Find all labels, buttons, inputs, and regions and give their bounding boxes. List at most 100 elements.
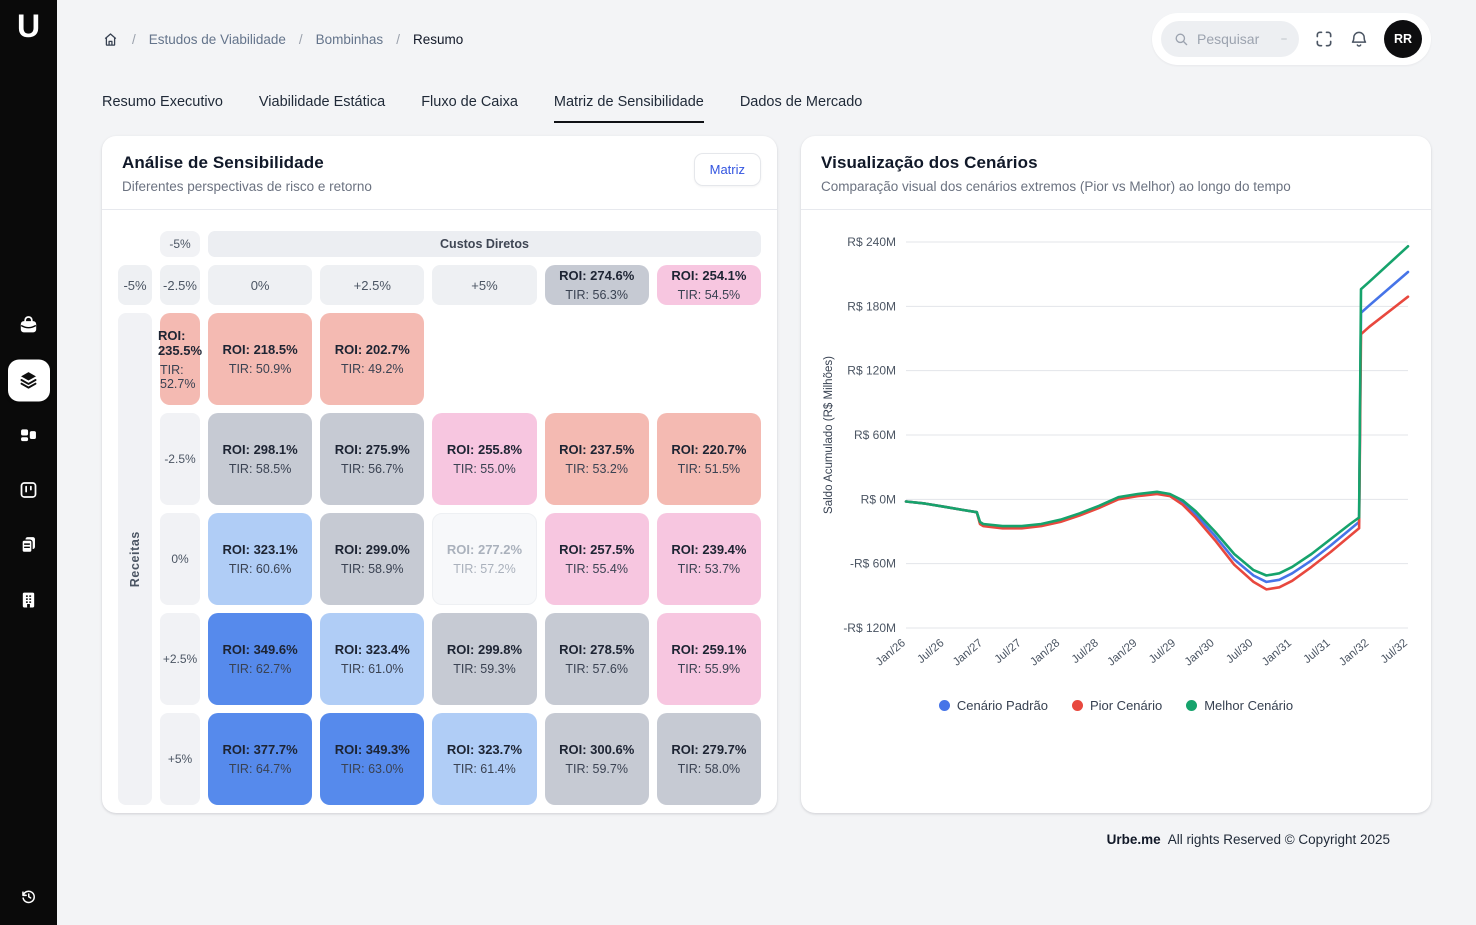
matrix-cell[interactable]: ROI: 275.9% TIR: 56.7% bbox=[320, 413, 424, 505]
matrix-cell[interactable]: ROI: 300.6%TIR: 59.7% bbox=[545, 713, 649, 805]
matrix-cell-tir: TIR: 53.2% bbox=[565, 462, 628, 476]
matrix-column-group-label: Custos Diretos bbox=[208, 231, 761, 257]
svg-text:R$ 120M: R$ 120M bbox=[847, 364, 896, 378]
matrix-cell-roi: ROI: 377.7% bbox=[223, 742, 298, 757]
matrix-cell-tir: TIR: 64.7% bbox=[229, 762, 292, 776]
footer: Urbe.me All rights Reserved © Copyright … bbox=[102, 832, 1431, 847]
sidebar-item layers-icon[interactable] bbox=[8, 359, 50, 401]
scenarios-chart-body: -R$ 120M-R$ 60MR$ 0MR$ 60MR$ 120MR$ 180M… bbox=[801, 210, 1431, 713]
matrix-cell[interactable]: ROI: 299.0%TIR: 58.9% bbox=[320, 513, 424, 605]
matrix-cell-tir: TIR: 57.2% bbox=[453, 562, 516, 576]
sensitivity-card: Análise de Sensibilidade Diferentes pers… bbox=[102, 136, 777, 813]
search-input[interactable] bbox=[1197, 31, 1273, 47]
matrix-cell[interactable]: ROI: 239.4%TIR: 53.7% bbox=[657, 513, 761, 605]
matrix-cell[interactable]: ROI: 257.5%TIR: 55.4% bbox=[545, 513, 649, 605]
matrix-cell[interactable]: ROI: 274.6% TIR: 56.3% bbox=[545, 265, 649, 305]
sidebar-item kanban-icon[interactable] bbox=[8, 469, 50, 511]
matrix-cell[interactable]: ROI: 202.7% TIR: 49.2% bbox=[320, 313, 424, 405]
svg-text:R$ 240M: R$ 240M bbox=[847, 235, 896, 249]
notifications-button[interactable] bbox=[1349, 29, 1369, 49]
sidebar-item briefcase-icon[interactable] bbox=[8, 304, 50, 346]
matrix-cell[interactable]: ROI: 377.7% TIR: 64.7% bbox=[208, 713, 312, 805]
matrix-cell-roi: ROI: 277.2% bbox=[447, 542, 522, 557]
svg-text:Jan/31: Jan/31 bbox=[1260, 637, 1294, 668]
matrix-row-header: +2.5% bbox=[160, 613, 200, 705]
svg-text:Jul/29: Jul/29 bbox=[1147, 637, 1178, 666]
matrix-row-group-label: Receitas bbox=[118, 313, 152, 805]
matrix-cell[interactable]: ROI: 254.1%TIR: 54.5% bbox=[657, 265, 761, 305]
matrix-cell[interactable]: ROI: 298.1%TIR: 58.5% bbox=[208, 413, 312, 505]
matrix-cell-tir: TIR: 49.2% bbox=[341, 362, 404, 376]
matrix-cell-tir: TIR: 61.4% bbox=[453, 762, 516, 776]
sidebar-item building-icon[interactable] bbox=[8, 579, 50, 621]
tab-viabilidade-est-tica[interactable]: Viabilidade Estática bbox=[259, 94, 385, 123]
legend-item: Cenário Padrão bbox=[939, 698, 1048, 713]
matrix-cell-tir: TIR: 60.6% bbox=[229, 562, 292, 576]
breadcrumb-item[interactable]: Bombinhas bbox=[316, 32, 384, 47]
svg-text:Jul/28: Jul/28 bbox=[1070, 637, 1101, 666]
matrix-cell[interactable]: ROI: 349.3%TIR: 63.0% bbox=[320, 713, 424, 805]
topbar-actions: RR bbox=[1152, 13, 1431, 65]
matriz-button[interactable]: Matriz bbox=[694, 153, 761, 186]
sensitivity-subtitle: Diferentes perspectivas de risco e retor… bbox=[122, 179, 757, 194]
matrix-cell[interactable]: ROI: 323.1% TIR: 60.6% bbox=[208, 513, 312, 605]
matrix-row-header: -5% bbox=[160, 231, 200, 257]
tab-resumo-executivo[interactable]: Resumo Executivo bbox=[102, 94, 223, 123]
search-icon bbox=[1173, 31, 1189, 47]
matrix-cell-roi: ROI: 299.0% bbox=[335, 542, 410, 557]
tab-matriz-de-sensibilidade[interactable]: Matriz de Sensibilidade bbox=[554, 94, 704, 123]
matrix-cell[interactable]: ROI: 299.8%TIR: 59.3% bbox=[432, 613, 536, 705]
matrix-cell-tir: TIR: 51.5% bbox=[678, 462, 741, 476]
app-logo: U bbox=[17, 10, 40, 42]
sidebar: U bbox=[0, 0, 57, 925]
matrix-cell-roi: ROI: 218.5% bbox=[223, 342, 298, 357]
matrix-cell-roi: ROI: 274.6% bbox=[559, 268, 634, 283]
fullscreen-button[interactable] bbox=[1314, 29, 1334, 49]
matrix-cell-roi: ROI: 299.8% bbox=[447, 642, 522, 657]
sidebar-item dashboard-icon[interactable] bbox=[8, 414, 50, 456]
matrix-cell-roi: ROI: 275.9% bbox=[335, 442, 410, 457]
matrix-cell-tir: TIR: 56.3% bbox=[565, 288, 628, 302]
matrix-cell-roi: ROI: 323.7% bbox=[447, 742, 522, 757]
matrix-cell-roi: ROI: 349.6% bbox=[223, 642, 298, 657]
matrix-cell[interactable]: ROI: 237.5%TIR: 53.2% bbox=[545, 413, 649, 505]
matrix-cell[interactable]: ROI: 218.5%TIR: 50.9% bbox=[208, 313, 312, 405]
matrix-cell-roi: ROI: 323.1% bbox=[223, 542, 298, 557]
sensitivity-matrix-body: Custos Diretos-5%-2.5%0%+2.5%+5%Receitas… bbox=[102, 210, 777, 826]
svg-text:R$ 180M: R$ 180M bbox=[847, 299, 896, 313]
matrix-cell-tir: TIR: 56.7% bbox=[341, 462, 404, 476]
content: Análise de Sensibilidade Diferentes pers… bbox=[102, 136, 1431, 813]
matrix-cell-roi: ROI: 257.5% bbox=[559, 542, 634, 557]
matrix-cell[interactable]: ROI: 220.7%TIR: 51.5% bbox=[657, 413, 761, 505]
matrix-cell[interactable]: ROI: 323.4%TIR: 61.0% bbox=[320, 613, 424, 705]
search-box[interactable] bbox=[1161, 21, 1299, 57]
avatar[interactable]: RR bbox=[1384, 20, 1422, 58]
matrix-column-header: -5% bbox=[118, 265, 152, 305]
matrix-cell[interactable]: ROI: 278.5%TIR: 57.6% bbox=[545, 613, 649, 705]
matrix-cell[interactable]: ROI: 279.7%TIR: 58.0% bbox=[657, 713, 761, 805]
tab-dados-de-mercado[interactable]: Dados de Mercado bbox=[740, 94, 863, 123]
matrix-cell-tir: TIR: 58.5% bbox=[229, 462, 292, 476]
matrix-row-header: +5% bbox=[160, 713, 200, 805]
matrix-cell[interactable]: ROI: 277.2% TIR: 57.2% bbox=[432, 513, 536, 605]
home-icon[interactable] bbox=[102, 31, 119, 48]
matrix-cell-tir: TIR: 63.0% bbox=[341, 762, 404, 776]
matrix-cell[interactable]: ROI: 323.7% TIR: 61.4% bbox=[432, 713, 536, 805]
tab-fluxo-de-caixa[interactable]: Fluxo de Caixa bbox=[421, 94, 518, 123]
topbar: /Estudos de Viabilidade/Bombinhas/Resumo… bbox=[102, 0, 1431, 78]
sidebar-item-history[interactable] bbox=[8, 875, 50, 917]
matrix-cell-roi: ROI: 202.7% bbox=[335, 342, 410, 357]
svg-text:-R$ 120M: -R$ 120M bbox=[843, 621, 896, 635]
matrix-cell[interactable]: ROI: 349.6%TIR: 62.7% bbox=[208, 613, 312, 705]
matrix-cell[interactable]: ROI: 255.8%TIR: 55.0% bbox=[432, 413, 536, 505]
svg-text:-R$ 60M: -R$ 60M bbox=[850, 557, 896, 571]
matrix-cell[interactable]: ROI: 259.1%TIR: 55.9% bbox=[657, 613, 761, 705]
breadcrumb: /Estudos de Viabilidade/Bombinhas/Resumo bbox=[102, 31, 463, 48]
footer-brand: Urbe.me bbox=[1107, 832, 1161, 847]
sidebar-item documents-icon[interactable] bbox=[8, 524, 50, 566]
main-area: /Estudos de Viabilidade/Bombinhas/Resumo… bbox=[57, 0, 1476, 925]
legend-label: Melhor Cenário bbox=[1204, 698, 1293, 713]
svg-text:Jul/27: Jul/27 bbox=[993, 637, 1024, 666]
breadcrumb-item[interactable]: Estudos de Viabilidade bbox=[149, 32, 286, 47]
matrix-cell[interactable]: ROI: 235.5%TIR: 52.7% bbox=[160, 313, 200, 405]
